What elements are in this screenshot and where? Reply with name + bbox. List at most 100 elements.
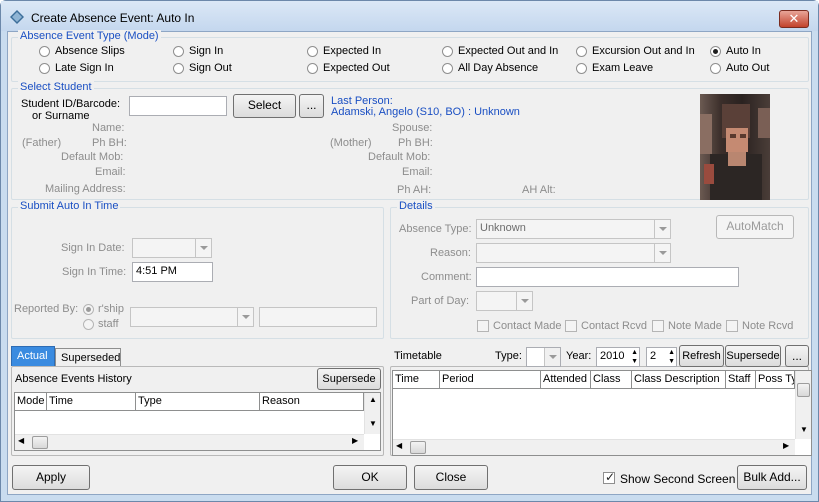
student-id-input[interactable]	[129, 96, 227, 116]
contact-rcvd-label: Contact Rcvd	[581, 320, 648, 332]
auto-in-title: Submit Auto In Time	[18, 200, 121, 212]
history-hscroll[interactable]: ◀ ▶	[15, 434, 364, 450]
reported-by-label: Reported By:	[14, 303, 79, 315]
timetable-grid[interactable]: Time Period Attended Class Class Descrip…	[392, 370, 812, 456]
tab-superseded[interactable]: Superseded	[55, 348, 121, 366]
mode-radio-auto-out[interactable]	[710, 63, 721, 74]
reported-by-combo[interactable]	[130, 307, 254, 327]
sign-in-time-label: Sign In Time:	[62, 266, 127, 278]
tab-actual[interactable]: Actual	[11, 346, 55, 366]
mode-radio-all-day-absence[interactable]	[442, 63, 453, 74]
stepper-arrows-icon[interactable]: ▲ ▼	[631, 348, 638, 366]
ok-button[interactable]: OK	[333, 465, 407, 490]
sign-in-date-combo[interactable]	[132, 238, 212, 258]
chevron-down-icon[interactable]	[654, 220, 670, 238]
scroll-right-icon[interactable]: ▶	[352, 436, 358, 445]
tt-col-staff[interactable]: Staff	[726, 371, 756, 388]
apply-button[interactable]: Apply	[12, 465, 90, 490]
mode-radio-excursion-out-and-in[interactable]	[576, 46, 587, 57]
mode-radio-expected-in[interactable]	[307, 46, 318, 57]
chevron-down-icon[interactable]	[516, 292, 532, 310]
absence-type-combo[interactable]: Unknown	[476, 219, 671, 239]
last-person-value[interactable]: Adamski, Angelo (S10, BO) : Unknown	[331, 106, 520, 118]
student-surname-label: or Surname	[32, 110, 90, 122]
scroll-up-icon[interactable]: ▲	[369, 395, 377, 404]
mode-radio-expected-out-and-in[interactable]	[442, 46, 453, 57]
chevron-down-icon[interactable]	[195, 239, 211, 257]
contact-rcvd-checkbox[interactable]	[565, 320, 577, 332]
mode-radio-exam-leave[interactable]	[576, 63, 587, 74]
timetable-vscroll-thumb[interactable]	[797, 383, 810, 397]
history-col-type[interactable]: Type	[136, 393, 260, 410]
select-button[interactable]: Select	[233, 94, 296, 118]
history-col-time[interactable]: Time	[47, 393, 136, 410]
bulk-add-button[interactable]: Bulk Add...	[737, 465, 807, 490]
chevron-down-icon[interactable]	[654, 244, 670, 262]
tt-col-attended[interactable]: Attended	[541, 371, 591, 388]
term-stepper[interactable]: 2 ▲ ▼	[646, 347, 677, 367]
mode-radio-sign-in[interactable]	[173, 46, 184, 57]
scroll-left-icon[interactable]: ◀	[18, 436, 24, 445]
mode-radio-sign-out[interactable]	[173, 63, 184, 74]
title-bar[interactable]: Create Absence Event: Auto In ✕	[1, 1, 818, 31]
scroll-down-icon[interactable]: ▼	[800, 425, 808, 434]
tt-col-class-description[interactable]: Class Description	[632, 371, 726, 388]
event-type-group: Absence Event Type (Mode)	[11, 30, 809, 82]
tt-col-time[interactable]: Time	[393, 371, 440, 388]
window-title: Create Absence Event: Auto In	[31, 11, 195, 25]
year-stepper[interactable]: 2010 ▲ ▼	[596, 347, 640, 367]
automatch-button[interactable]: AutoMatch	[716, 215, 794, 239]
timetable-type-combo[interactable]	[526, 347, 561, 367]
chevron-down-icon[interactable]	[544, 348, 560, 366]
scroll-left-icon[interactable]: ◀	[396, 441, 402, 450]
tt-col-period[interactable]: Period	[440, 371, 541, 388]
timetable-hscroll[interactable]: ◀ ▶	[393, 439, 795, 455]
scroll-right-icon[interactable]: ▶	[783, 441, 789, 450]
mode-label: Excursion Out and In	[592, 45, 695, 57]
refresh-button[interactable]: Refresh	[679, 345, 724, 367]
reason-combo[interactable]	[476, 243, 671, 263]
mode-label: Expected Out and In	[458, 45, 559, 57]
note-rcvd-checkbox[interactable]	[726, 320, 738, 332]
history-grid[interactable]: Mode Time Type Reason ▲ ▼ ◀ ▶	[14, 392, 381, 451]
history-col-mode[interactable]: Mode	[15, 393, 47, 410]
note-made-checkbox[interactable]	[652, 320, 664, 332]
stepper-arrows-icon[interactable]: ▲ ▼	[668, 348, 675, 366]
contact-made-checkbox[interactable]	[477, 320, 489, 332]
history-col-reason[interactable]: Reason	[260, 393, 364, 410]
student-id-label: Student ID/Barcode:	[21, 98, 121, 110]
mother-label: (Mother)	[330, 137, 372, 149]
event-type-title: Absence Event Type (Mode)	[18, 30, 161, 42]
mode-label: Exam Leave	[592, 62, 654, 74]
timetable-more-button[interactable]: ...	[785, 345, 809, 367]
tt-col-poss-type[interactable]: Poss Ty	[756, 371, 795, 388]
mode-label: Late Sign In	[55, 62, 114, 74]
mode-radio-auto-in[interactable]	[710, 46, 721, 57]
history-grid-header: Mode Time Type Reason	[15, 393, 364, 411]
student-more-button[interactable]: ...	[299, 94, 324, 118]
mode-radio-expected-out[interactable]	[307, 63, 318, 74]
chevron-down-icon[interactable]	[237, 308, 253, 326]
history-supersede-button[interactable]: Supersede	[317, 368, 381, 390]
mode-radio-late-sign-in[interactable]	[39, 63, 50, 74]
tt-col-class[interactable]: Class	[591, 371, 632, 388]
note-rcvd-label: Note Rcvd	[742, 320, 794, 332]
comment-input[interactable]	[476, 267, 739, 287]
sign-in-time-input[interactable]: 4:51 PM	[132, 262, 213, 282]
close-icon[interactable]: ✕	[779, 10, 809, 28]
history-hscroll-thumb[interactable]	[32, 436, 48, 449]
history-vscroll[interactable]: ▲ ▼	[364, 393, 380, 434]
timetable-hscroll-thumb[interactable]	[410, 441, 426, 454]
timetable-vscroll[interactable]: ▼	[795, 371, 811, 439]
name-label: Name:	[92, 122, 125, 134]
reported-parent-radio[interactable]	[83, 304, 94, 315]
mode-radio-absence-slips[interactable]	[39, 46, 50, 57]
show-second-screen-checkbox[interactable]	[603, 470, 615, 484]
show-second-screen-label: Show Second Screen	[620, 472, 736, 486]
timetable-supersede-button[interactable]: Supersede	[725, 345, 781, 367]
reported-staff-radio[interactable]	[83, 319, 94, 330]
scroll-down-icon[interactable]: ▼	[369, 419, 377, 428]
part-of-day-combo[interactable]	[476, 291, 533, 311]
close-button[interactable]: Close	[414, 465, 488, 490]
reported-by-text[interactable]	[259, 307, 377, 327]
